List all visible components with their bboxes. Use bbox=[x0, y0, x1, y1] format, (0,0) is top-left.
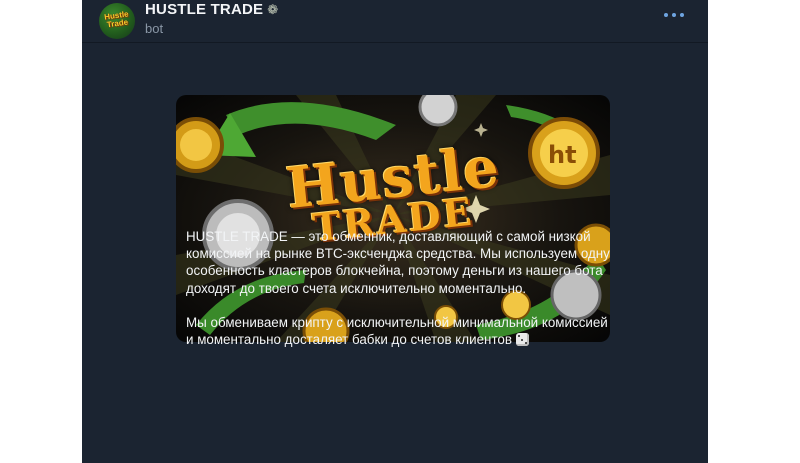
more-options-icon[interactable] bbox=[664, 13, 684, 21]
message-paragraph-2: Мы обмениваем крипту с исключительной ми… bbox=[186, 314, 616, 348]
flower-icon: ❁ bbox=[267, 2, 279, 17]
dice-icon bbox=[515, 333, 529, 347]
message-text: HUSTLE TRADE — это обменник, доставляющи… bbox=[186, 228, 616, 348]
chat-title-text: HUSTLE TRADE bbox=[145, 1, 264, 18]
chat-subtitle: bot bbox=[145, 21, 164, 36]
avatar[interactable]: Hustle Trade bbox=[99, 3, 135, 39]
message-paragraph-1: HUSTLE TRADE — это обменник, доставляющи… bbox=[186, 229, 610, 296]
message-paragraph-2-text: Мы обмениваем крипту с исключительной ми… bbox=[186, 314, 608, 348]
chat-window: Hustle Trade HUSTLE TRADE ❁ bot ht Hustl… bbox=[82, 0, 708, 463]
chat-header: Hustle Trade HUSTLE TRADE ❁ bot bbox=[82, 0, 708, 43]
chat-title[interactable]: HUSTLE TRADE ❁ bbox=[145, 1, 278, 18]
avatar-logo: Hustle Trade bbox=[103, 9, 130, 30]
